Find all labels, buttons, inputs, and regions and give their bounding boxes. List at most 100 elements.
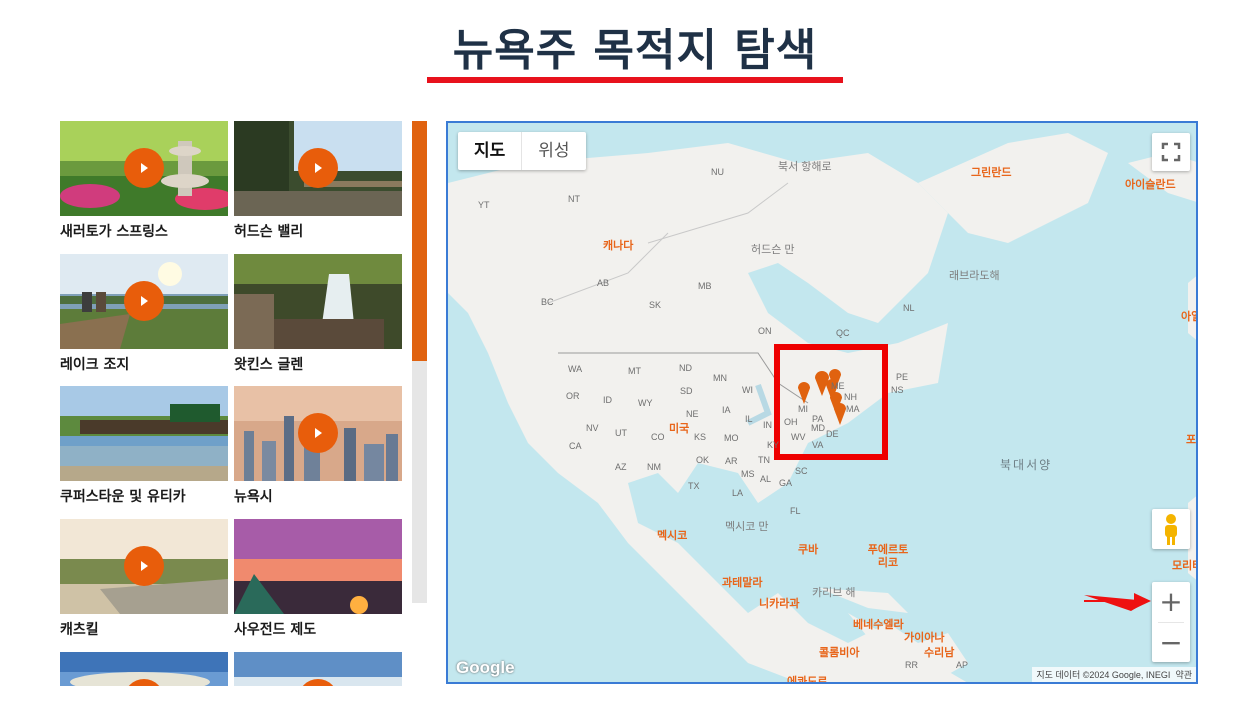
map-label-caribbean: 카리브 해 [812,587,856,599]
map-label-state: ND [679,363,692,373]
map-label-state: NM [647,462,661,472]
map-label-state: OK [696,455,710,465]
map-label-state: OR [566,391,580,401]
play-icon[interactable] [298,413,338,453]
map[interactable]: 지도 위성 + − 캐나다 미국 멕시코 그린란드 아이슬란드 쿠바 푸에르토 … [446,121,1198,684]
map-label-colombia: 콜롬비아 [819,647,860,659]
map-label-state: WV [791,432,806,442]
attribution-text: 지도 데이터 ©2024 Google, INEGI [1036,670,1171,680]
google-logo: Google [456,658,515,677]
fullscreen-icon [1161,142,1181,162]
map-label-state: NV [586,423,599,433]
play-icon[interactable] [124,546,164,586]
map-label-state: OH [784,417,798,427]
zoom-control: + − [1152,582,1190,662]
map-label-greenland: 그린란드 [971,167,1012,179]
map-label-northwest-passage: 북서 항해로 [778,161,832,173]
map-label-state: SD [680,386,693,396]
destination-tile[interactable]: 허드슨 밸리 [234,121,402,241]
map-label-state: KY [767,440,780,450]
destination-list: 새러토가 스프링스 허드슨 밸리 레이크 조지 왓킨스 글렌 쿠퍼스타운 및 유… [60,121,402,686]
play-icon[interactable] [298,148,338,188]
map-label-province: NL [903,303,915,313]
destination-tile[interactable] [60,652,228,686]
map-label-guyana: 가이아나 [904,632,945,644]
map-label-state: FL [790,506,801,516]
destination-thumbnail [234,519,402,614]
map-label-state: KS [694,432,707,442]
destination-label[interactable]: 캐츠킬 [60,619,228,639]
map-label-province: ON [758,326,772,336]
map-label-province: AB [597,278,610,288]
destination-label[interactable]: 뉴욕시 [234,486,402,506]
map-label-labrador-sea: 래브라도해 [949,270,1000,282]
destination-thumbnail [60,121,228,216]
map-label-state: VA [812,440,824,450]
destination-label[interactable]: 새러토가 스프링스 [60,221,228,241]
map-label-state: WA [568,364,583,374]
play-icon[interactable] [124,281,164,321]
map-label-state: ME [831,381,845,391]
destination-tile[interactable]: 레이크 조지 [60,254,228,374]
play-icon[interactable] [124,148,164,188]
map-label-ireland-partial: 아일 [1181,311,1196,323]
map-label-cuba: 쿠바 [798,544,819,556]
map-label-state: NH [844,392,857,402]
destination-tile[interactable]: 캐츠킬 [60,519,228,639]
destination-tile[interactable] [234,652,402,686]
map-label-state: MS [741,469,755,479]
destination-label[interactable]: 허드슨 밸리 [234,221,402,241]
map-label-province: MB [698,281,712,291]
map-label-state: MO [724,433,739,443]
map-label-state: SC [795,466,808,476]
map-label-canada: 캐나다 [603,240,634,252]
street-view-pegman[interactable] [1152,509,1190,549]
map-label-state: AR [725,456,738,466]
title-underline [427,77,843,83]
map-label-ecuador: 에콰도르 [787,676,828,684]
destination-tile[interactable]: 왓킨스 글렌 [234,254,402,374]
map-label-state: AP [956,660,969,670]
scrollbar-thumb[interactable] [412,121,427,361]
destination-thumbnail [60,386,228,481]
map-label-province: BC [541,297,554,307]
destination-label[interactable]: 사우전드 제도 [234,619,402,639]
map-label-state: AZ [615,462,627,472]
destination-thumbnail [234,652,402,686]
fullscreen-button[interactable] [1152,133,1190,171]
map-label-province: SK [649,300,662,310]
map-attribution: 지도 데이터 ©2024 Google, INEGI 약관 [1032,667,1196,682]
map-label-suriname: 수리남 [924,647,955,659]
map-label-province: NS [891,385,904,395]
zoom-out-button[interactable]: − [1152,623,1190,663]
zoom-in-button[interactable]: + [1152,582,1190,622]
destination-thumbnail [60,519,228,614]
map-label-state: MT [628,366,641,376]
map-label-state: WY [638,398,653,408]
map-label-state: DE [826,429,839,439]
map-label-state: LA [732,488,744,498]
destination-label[interactable]: 쿠퍼스타운 및 유티카 [60,486,228,506]
map-label-state: UT [615,428,627,438]
destination-tile[interactable]: 쿠퍼스타운 및 유티카 [60,386,228,506]
map-type-map-button[interactable]: 지도 [458,132,523,170]
destination-tile[interactable]: 새러토가 스프링스 [60,121,228,241]
destination-thumbnail [234,386,402,481]
map-label-state: ID [603,395,612,405]
map-type-satellite-button[interactable]: 위성 [522,132,585,170]
map-label-iceland: 아이슬란드 [1125,179,1176,191]
map-label-guatemala: 과테말라 [722,577,763,589]
destination-label[interactable]: 왓킨스 글렌 [234,354,402,374]
map-label-province: PE [896,372,909,382]
map-label-mauritania-partial: 모리타 [1172,560,1196,572]
map-label-state: IA [722,405,731,415]
map-label-puerto-rico: 푸에르토 리코 [867,544,909,569]
destination-tile[interactable]: 뉴욕시 [234,386,402,506]
destination-label[interactable]: 레이크 조지 [60,354,228,374]
map-type-control: 지도 위성 [458,132,586,170]
destination-tile[interactable]: 사우전드 제도 [234,519,402,639]
page-title: 뉴욕주 목적지 탐색 [452,25,818,76]
map-label-province: NT [568,194,580,204]
terms-link[interactable]: 약관 [1175,670,1192,680]
map-label-state: MD [811,423,825,433]
